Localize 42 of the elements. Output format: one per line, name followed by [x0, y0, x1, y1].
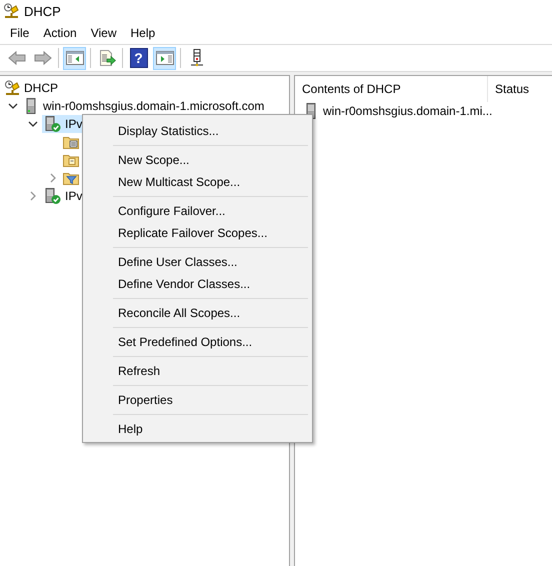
- chevron-right-icon: [50, 173, 56, 183]
- pane-toggle-button[interactable]: [153, 46, 176, 70]
- menu-item[interactable]: Set Predefined Options...: [85, 331, 310, 353]
- menu-item[interactable]: Action: [36, 24, 84, 42]
- menu-item[interactable]: Define User Classes...: [85, 251, 310, 273]
- action-pane-icon: [156, 50, 174, 66]
- forward-arrow-icon: [34, 50, 52, 66]
- menu-item[interactable]: Help: [124, 24, 162, 42]
- folder-filter-icon: [63, 170, 79, 186]
- console-tree-icon: [66, 50, 84, 66]
- menu-item[interactable]: View: [84, 24, 124, 42]
- menu-item[interactable]: Reconcile All Scopes...: [85, 302, 310, 324]
- folder-icon: [63, 152, 79, 168]
- chevron-right-icon: [30, 191, 36, 201]
- column-header[interactable]: Contents of DHCP: [295, 76, 488, 102]
- export-list-icon: [98, 50, 116, 66]
- server-icon: [188, 49, 204, 67]
- list-item[interactable]: win-r0omshsgius.domain-1.mi...: [323, 104, 492, 118]
- tree-item[interactable]: DHCP: [3, 79, 62, 97]
- tree-item[interactable]: win-r0omshsgius.domain-1.microsoft.com: [22, 97, 268, 115]
- folder-icon: [63, 134, 79, 150]
- menu-item[interactable]: New Scope...: [85, 149, 310, 171]
- menu-item[interactable]: Define Vendor Classes...: [85, 273, 310, 295]
- chevron-down-icon: [8, 103, 18, 109]
- menu-item[interactable]: New Multicast Scope...: [85, 171, 310, 193]
- back-arrow-icon: [8, 50, 26, 66]
- server-check-icon: [43, 188, 61, 204]
- menu-item[interactable]: Refresh: [85, 360, 310, 382]
- menu-item[interactable]: Help: [85, 418, 310, 440]
- server-check-icon: [43, 116, 61, 132]
- clock-network-icon: [3, 3, 19, 19]
- column-header[interactable]: Status: [488, 82, 530, 96]
- window-title: DHCP: [24, 4, 61, 18]
- menu-item[interactable]: File: [3, 24, 36, 42]
- tree-toggle-button[interactable]: [63, 46, 86, 70]
- menu-item[interactable]: Configure Failover...: [85, 200, 310, 222]
- menu-item[interactable]: Replicate Failover Scopes...: [85, 222, 310, 244]
- clock-network-icon: [4, 80, 20, 96]
- menu-item[interactable]: Properties: [85, 389, 310, 411]
- tree-item[interactable]: IPv: [42, 187, 86, 205]
- chevron-down-icon: [28, 121, 38, 127]
- menu-item[interactable]: Display Statistics...: [85, 120, 310, 142]
